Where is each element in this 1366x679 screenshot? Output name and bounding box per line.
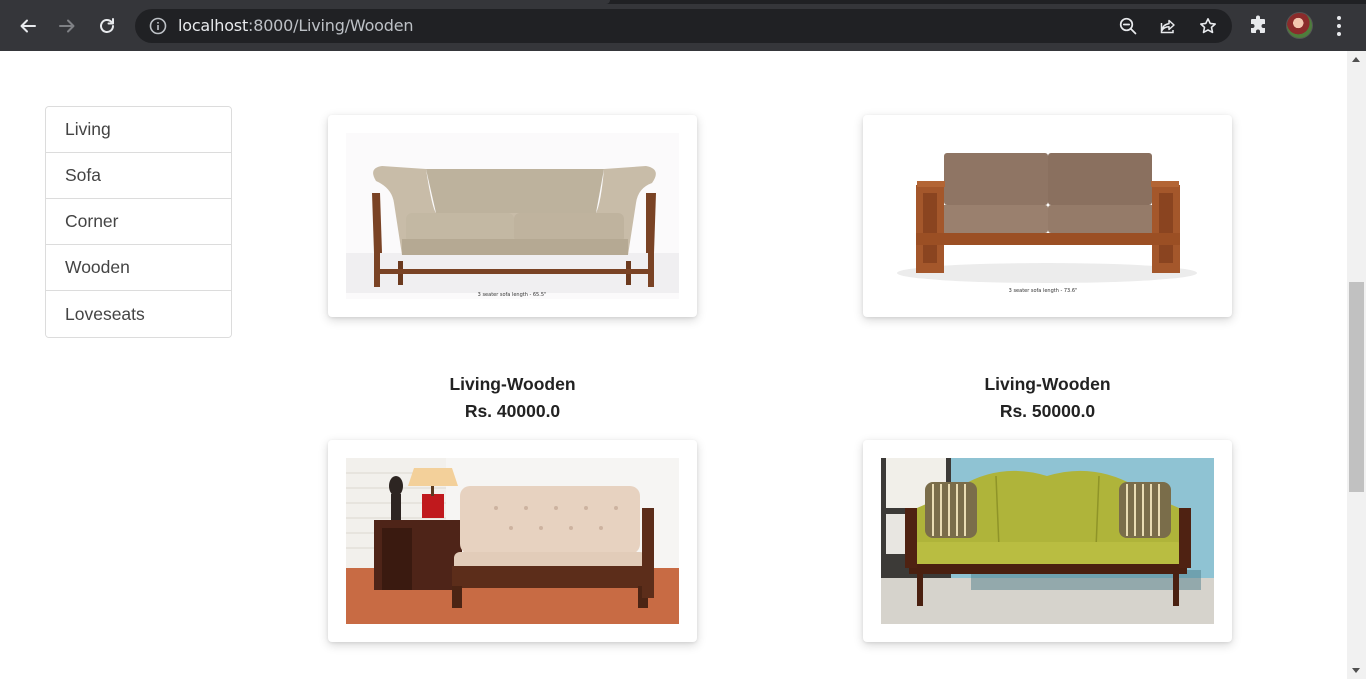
sofa-image: 3 seater sofa length - 65.5" [346, 133, 679, 299]
vertical-scrollbar[interactable] [1347, 51, 1366, 679]
product-price: Rs. 40000.0 [464, 401, 561, 421]
share-icon[interactable] [1159, 17, 1177, 35]
forward-arrow-icon [59, 19, 75, 33]
site-info-icon[interactable] [149, 17, 167, 35]
product-title[interactable]: Living-Wooden [863, 374, 1232, 395]
product-image-sofa-green[interactable] [881, 458, 1214, 624]
scrollbar-thumb[interactable] [1349, 282, 1364, 492]
category-item-corner[interactable]: Corner [46, 199, 231, 245]
tab-strip [0, 0, 1366, 4]
back-arrow-icon [20, 19, 36, 33]
sofa-image [346, 458, 679, 624]
product-title[interactable]: Living-Wooden [328, 374, 697, 395]
bookmark-star-icon[interactable] [1199, 17, 1217, 35]
sofa-image-caption: 3 seater sofa length - 65.5" [478, 292, 547, 298]
product-card[interactable]: 3 seater sofa length - 65.5" [328, 115, 697, 317]
category-item-loveseats[interactable]: Loveseats [46, 291, 231, 337]
page-content: Living Sofa Corner Wooden Loveseats 3 se… [0, 51, 1347, 679]
extensions-puzzle-icon[interactable] [1248, 14, 1270, 36]
address-bar[interactable]: localhost:8000/Living/Wooden [135, 9, 1232, 43]
scroll-down-icon[interactable] [1352, 668, 1360, 673]
product-card[interactable] [863, 440, 1232, 642]
reload-button[interactable] [93, 12, 121, 40]
product-card[interactable]: 3 seater sofa length - 73.6" [863, 115, 1232, 317]
category-item-wooden[interactable]: Wooden [46, 245, 231, 291]
url-text[interactable]: localhost:8000/Living/Wooden [178, 16, 413, 35]
url-path: :8000/Living/Wooden [248, 16, 414, 35]
category-item-sofa[interactable]: Sofa [46, 153, 231, 199]
product-image-loveseat-cream[interactable] [346, 458, 679, 624]
profile-avatar[interactable] [1286, 12, 1313, 39]
product-image-sofa-beige[interactable]: 3 seater sofa length - 65.5" [346, 133, 679, 299]
scroll-up-icon[interactable] [1352, 57, 1360, 62]
product-price: Rs. 50000.0 [999, 401, 1096, 421]
reload-icon [100, 18, 114, 33]
category-list: Living Sofa Corner Wooden Loveseats [45, 106, 232, 338]
more-menu-icon[interactable] [1330, 13, 1348, 39]
active-tab[interactable] [0, 0, 610, 4]
product-image-sofa-brown[interactable]: 3 seater sofa length - 73.6" [881, 133, 1214, 299]
url-host: localhost [178, 16, 249, 35]
sofa-image-caption: 3 seater sofa length - 73.6" [1009, 288, 1078, 294]
zoom-out-icon[interactable] [1119, 17, 1137, 35]
sofa-image [881, 458, 1214, 624]
back-button[interactable] [14, 12, 42, 40]
category-item-living[interactable]: Living [46, 107, 231, 153]
forward-button[interactable] [53, 12, 81, 40]
sofa-image: 3 seater sofa length - 73.6" [881, 133, 1214, 299]
product-card[interactable] [328, 440, 697, 642]
browser-toolbar: localhost:8000/Living/Wooden [0, 0, 1366, 51]
